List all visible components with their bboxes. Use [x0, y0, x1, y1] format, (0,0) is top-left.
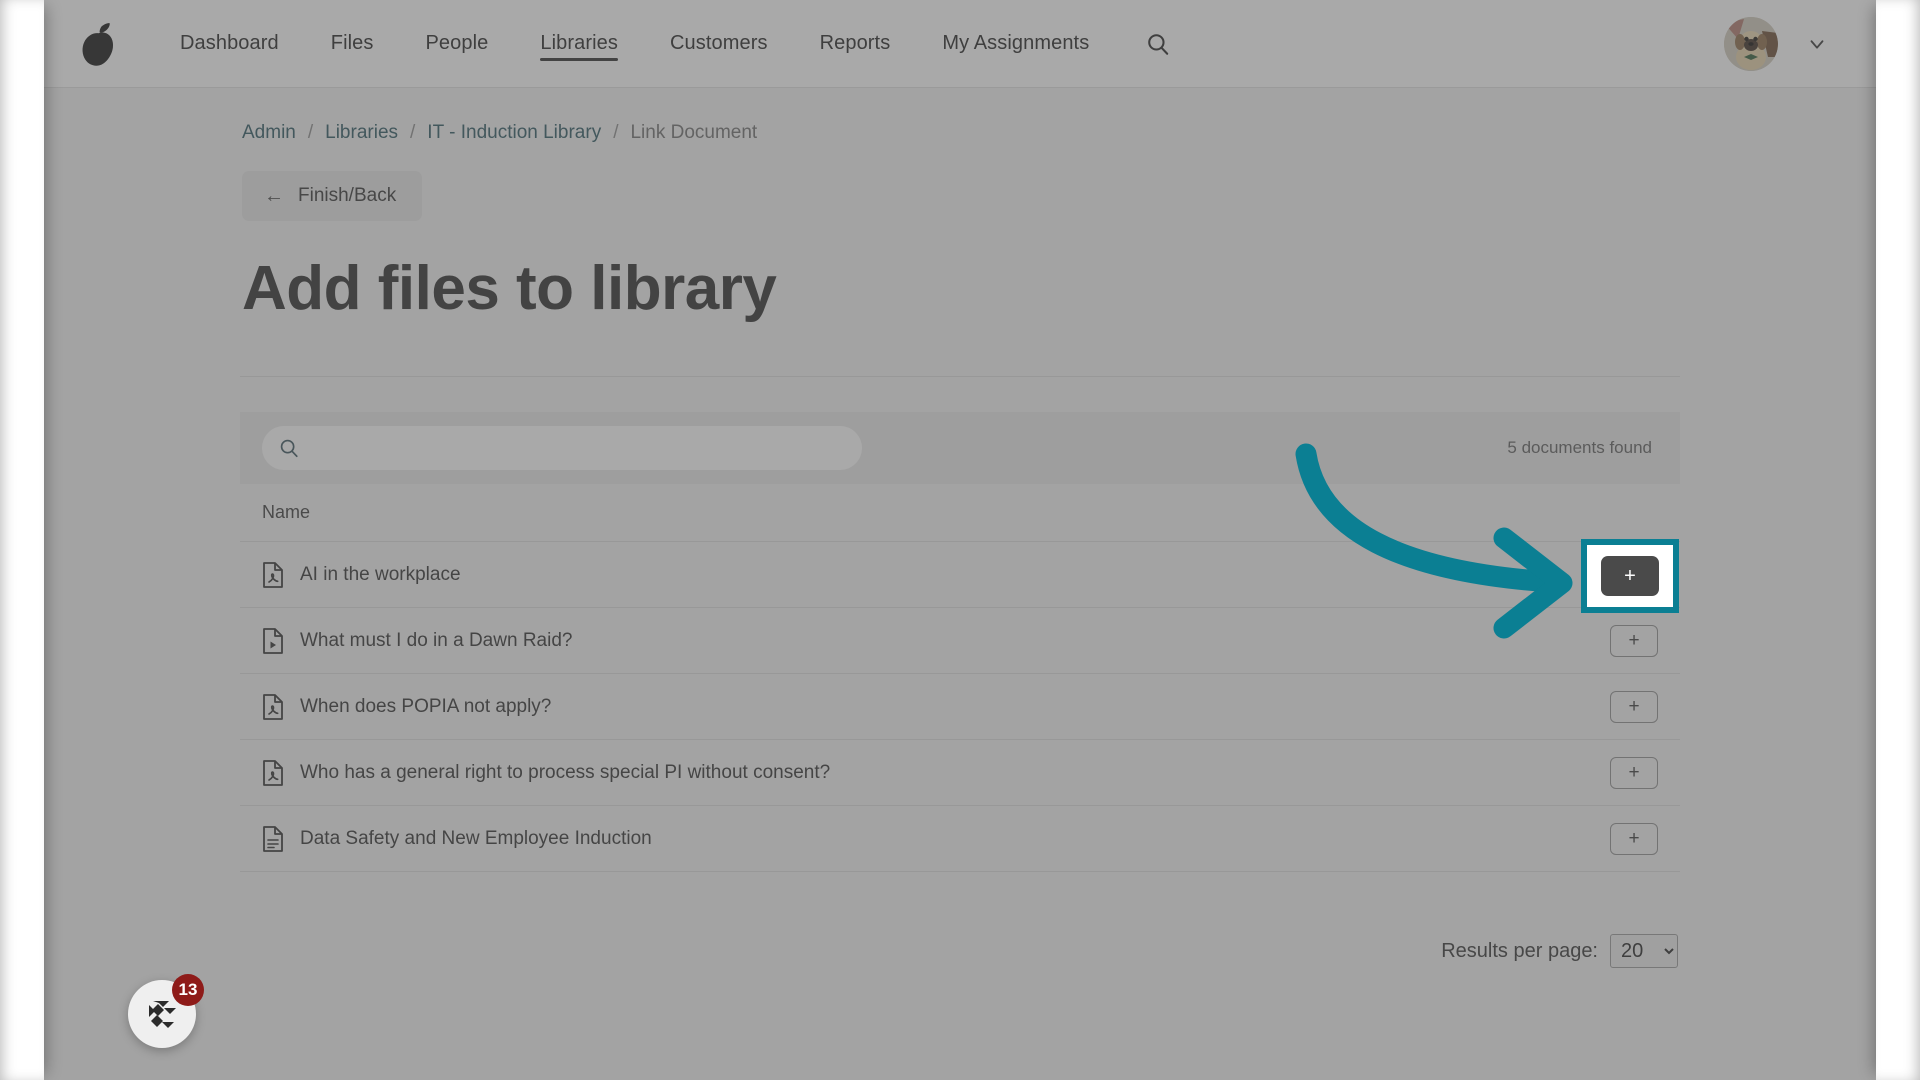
page-gutter-right — [1876, 0, 1920, 1080]
breadcrumb-separator: / — [307, 122, 314, 143]
chevron-down-icon[interactable] — [1804, 31, 1830, 57]
row-document-name: What must I do in a Dawn Raid? — [300, 629, 573, 651]
finish-back-label: Finish/Back — [298, 185, 397, 206]
nav-right-cluster — [1724, 16, 1876, 71]
add-document-button[interactable]: + — [1610, 756, 1658, 789]
breadcrumb-separator: / — [613, 122, 619, 143]
nav-item-files[interactable]: Files — [305, 0, 400, 87]
pagination-footer: Results per page: 10 20 50 100 — [240, 934, 1680, 968]
table-toolbar: 5 documents found — [240, 412, 1680, 484]
chat-widget-button[interactable]: 13 — [128, 974, 204, 1048]
nav-label: Reports — [819, 32, 891, 54]
nav-item-list: Dashboard Files People Libraries Custome… — [154, 0, 1175, 87]
row-add-action: + — [1610, 756, 1658, 789]
search-icon — [280, 439, 298, 458]
title-divider — [240, 376, 1680, 377]
table-row[interactable]: AI in the workplace + — [240, 542, 1680, 608]
nav-item-my-assignments[interactable]: My Assignments — [916, 0, 1115, 87]
breadcrumb: Admin / Libraries / IT - Induction Libra… — [240, 122, 1680, 144]
user-avatar-dog-photo — [1724, 16, 1778, 71]
row-document-name: Data Safety and New Employee Induction — [300, 827, 652, 849]
nav-label: People — [425, 32, 489, 54]
arrow-left-icon: ← — [264, 185, 284, 207]
pdf-file-icon — [263, 561, 283, 588]
screenshot-root: Dashboard Files People Libraries Custome… — [0, 0, 1920, 1080]
page-title: Add files to library — [242, 254, 777, 323]
nav-item-libraries[interactable]: Libraries — [514, 0, 644, 87]
breadcrumb-item-admin[interactable]: Admin — [242, 122, 296, 144]
table-row[interactable]: When does POPIA not apply? + — [240, 674, 1680, 740]
table-row[interactable]: Data Safety and New Employee Induction + — [240, 806, 1680, 872]
nav-item-reports[interactable]: Reports — [794, 0, 917, 87]
documents-table: 5 documents found Name AI in the workpla… — [240, 412, 1680, 872]
row-add-action: + — [1610, 690, 1658, 723]
table-row[interactable]: Who has a general right to process speci… — [240, 740, 1680, 806]
row-document-name: When does POPIA not apply? — [300, 695, 552, 717]
add-document-button[interactable]: + — [1610, 690, 1658, 723]
table-header-row: Name — [240, 484, 1680, 542]
finish-back-button[interactable]: ← Finish/Back — [242, 171, 423, 221]
nav-label: Dashboard — [180, 32, 279, 54]
nav-label: Customers — [669, 32, 768, 54]
search-input[interactable] — [310, 437, 846, 459]
row-document-name: Who has a general right to process speci… — [300, 761, 831, 783]
breadcrumb-item-libraries[interactable]: Libraries — [325, 122, 398, 144]
nav-label: Files — [330, 32, 374, 54]
nav-label: Libraries — [540, 32, 618, 54]
breadcrumb-item-it-induction-library[interactable]: IT - Induction Library — [427, 122, 601, 144]
avatar[interactable] — [1724, 16, 1778, 71]
add-document-button-highlighted[interactable]: + — [1601, 556, 1659, 596]
results-per-page-select[interactable]: 10 20 50 100 — [1610, 934, 1678, 968]
row-document-name: AI in the workplace — [300, 563, 461, 585]
video-file-icon — [263, 627, 283, 654]
breadcrumb-separator: / — [410, 122, 416, 143]
pdf-file-icon — [263, 693, 283, 720]
pear-logo-icon — [82, 22, 114, 66]
highlight-focus-box: + — [1581, 539, 1679, 613]
nav-item-people[interactable]: People — [399, 0, 514, 87]
brand-logo[interactable] — [44, 20, 154, 68]
table-row[interactable]: What must I do in a Dawn Raid? + — [240, 608, 1680, 674]
breadcrumb-item-link-document: Link Document — [630, 122, 758, 143]
top-navigation-bar: Dashboard Files People Libraries Custome… — [44, 0, 1876, 88]
documents-found-count: 5 documents found — [1507, 438, 1652, 457]
page-gutter-left — [0, 0, 44, 1080]
nav-item-customers[interactable]: Customers — [644, 0, 794, 87]
text-file-icon — [263, 825, 283, 852]
search-field-wrapper[interactable] — [262, 426, 862, 470]
nav-item-dashboard[interactable]: Dashboard — [154, 0, 305, 87]
nav-label: My Assignments — [942, 32, 1090, 54]
column-header-name: Name — [262, 502, 311, 522]
add-document-button[interactable]: + — [1610, 822, 1658, 855]
row-add-action: + — [1610, 822, 1658, 855]
pdf-file-icon — [263, 759, 283, 786]
add-document-button[interactable]: + — [1610, 624, 1658, 657]
results-per-page-label: Results per page: — [1441, 939, 1598, 962]
search-icon[interactable] — [1141, 27, 1175, 61]
chat-unread-badge: 13 — [172, 974, 204, 1006]
row-add-action: + — [1610, 624, 1658, 657]
